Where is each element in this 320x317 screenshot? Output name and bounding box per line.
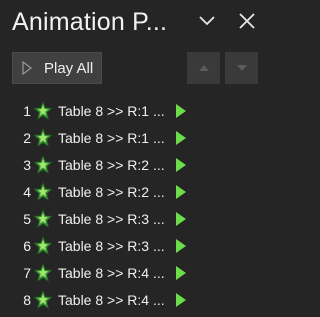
animation-order-number: 3	[23, 156, 31, 173]
green-play-triangle-icon	[176, 265, 186, 280]
green-star-entrance-icon	[33, 235, 53, 255]
animation-label: Table 8 >> R:4 ...	[58, 264, 165, 281]
chevron-down-icon	[199, 16, 215, 26]
green-play-triangle-icon	[176, 157, 186, 172]
animation-list-item[interactable]: 8 Table 8 >> R:4 ...	[0, 286, 272, 313]
animation-list-item[interactable]: 2 Table 8 >> R:1 ...	[0, 124, 272, 151]
animation-order-number: 8	[23, 291, 31, 308]
animation-order-number: 7	[23, 264, 31, 281]
animation-list-item[interactable]: 1 Table 8 >> R:1 ...	[0, 97, 272, 124]
animation-order-number: 5	[23, 210, 31, 227]
animation-list-item[interactable]: 6 Table 8 >> R:3 ...	[0, 232, 272, 259]
animation-order-number: 6	[23, 237, 31, 254]
green-play-triangle-icon	[176, 103, 186, 118]
animation-label: Table 8 >> R:2 ...	[58, 183, 165, 200]
close-pane-button[interactable]	[236, 10, 258, 32]
animation-list-item[interactable]: 7 Table 8 >> R:4 ...	[0, 259, 272, 286]
animation-label: Table 8 >> R:2 ...	[58, 156, 165, 173]
green-star-entrance-icon	[33, 100, 53, 120]
play-all-button[interactable]: Play All	[12, 52, 102, 84]
green-play-triangle-icon	[176, 130, 186, 145]
animation-list: 1 Table 8 >> R:1 ... 2 Table 8 >> R:1 ... 3 T…	[0, 97, 272, 313]
animation-label: Table 8 >> R:1 ...	[58, 129, 165, 146]
green-play-triangle-icon	[176, 184, 186, 199]
green-play-triangle-icon	[176, 238, 186, 253]
pane-options-button[interactable]	[196, 10, 218, 32]
green-star-entrance-icon	[33, 208, 53, 228]
green-star-entrance-icon	[33, 262, 53, 282]
pane-title: Animation P...	[12, 8, 168, 36]
animation-list-item[interactable]: 3 Table 8 >> R:2 ...	[0, 151, 272, 178]
green-star-entrance-icon	[33, 127, 53, 147]
green-play-triangle-icon	[176, 292, 186, 307]
animation-label: Table 8 >> R:4 ...	[58, 291, 165, 308]
green-play-triangle-icon	[176, 211, 186, 226]
triangle-down-icon	[236, 65, 247, 71]
animation-order-number: 4	[23, 183, 31, 200]
green-star-entrance-icon	[33, 154, 53, 174]
animation-order-number: 2	[23, 129, 31, 146]
play-all-label: Play All	[44, 59, 94, 77]
move-later-button[interactable]	[225, 52, 258, 84]
animation-list-item[interactable]: 5 Table 8 >> R:3 ...	[0, 205, 272, 232]
animation-label: Table 8 >> R:1 ...	[58, 102, 165, 119]
animation-pane: Animation P... Play All 1 Table 8 >> R:1 …	[0, 0, 272, 317]
move-earlier-button[interactable]	[187, 52, 220, 84]
animation-order-number: 1	[23, 102, 31, 119]
green-star-entrance-icon	[33, 181, 53, 201]
triangle-up-icon	[198, 65, 209, 71]
green-star-entrance-icon	[33, 289, 53, 309]
animation-list-item[interactable]: 4 Table 8 >> R:2 ...	[0, 178, 272, 205]
play-icon	[22, 61, 32, 75]
animation-label: Table 8 >> R:3 ...	[58, 210, 165, 227]
animation-label: Table 8 >> R:3 ...	[58, 237, 165, 254]
close-icon	[239, 13, 255, 29]
